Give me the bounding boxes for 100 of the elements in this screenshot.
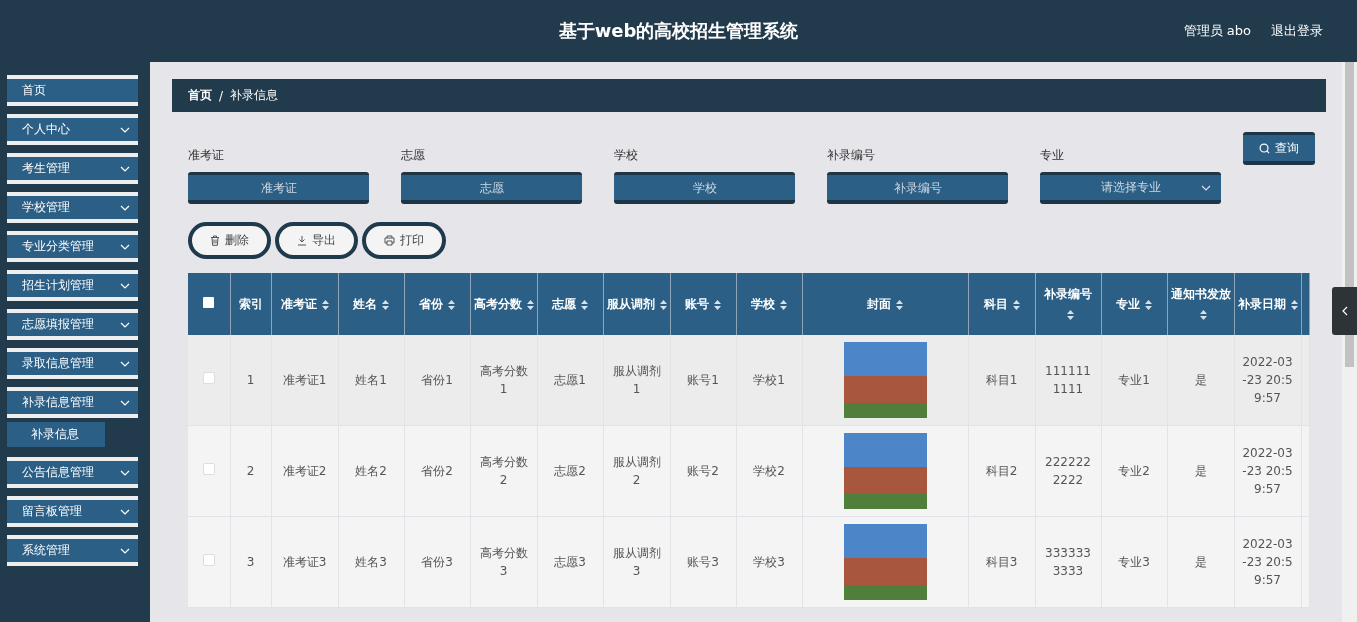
chevron-down-icon [120, 321, 130, 328]
column-header[interactable]: 志愿 [552, 297, 588, 311]
table-cell: 志愿3 [554, 555, 586, 569]
table-cell: 省份2 [421, 464, 453, 478]
filter-label: 补录编号 [827, 147, 876, 164]
table-cell: 2022-03-23 20:59:57 [1242, 446, 1293, 496]
logout-link[interactable]: 退出登录 [1271, 22, 1323, 40]
download-icon [297, 235, 307, 246]
sidebar-item[interactable]: 个人中心 [7, 114, 138, 145]
filter-label: 志愿 [401, 147, 426, 164]
column-header[interactable]: 省份 [419, 297, 455, 311]
table-cell: 学校3 [753, 555, 785, 569]
sort-icon [382, 299, 389, 310]
filter-input[interactable]: 准考证 [188, 172, 369, 204]
chevron-down-icon [120, 126, 130, 133]
sort-icon [581, 299, 588, 310]
search-icon [1259, 142, 1270, 154]
sidebar-item[interactable]: 考生管理 [7, 153, 138, 184]
table-cell: 姓名1 [355, 373, 387, 387]
table-cell: 准考证3 [282, 555, 327, 569]
sidebar-item[interactable]: 系统管理 [7, 535, 138, 566]
chevron-down-icon [120, 508, 130, 515]
search-button[interactable]: 查询 [1243, 132, 1315, 165]
sort-icon [896, 299, 903, 310]
table-cell: 服从调剂3 [612, 546, 661, 578]
table-cell: 是 [1194, 555, 1207, 569]
select-all-checkbox[interactable] [203, 297, 215, 308]
table-cell: 专业2 [1118, 464, 1150, 478]
table-cell: 1 [246, 373, 255, 387]
row-checkbox[interactable] [202, 463, 215, 475]
filter-label: 专业 [1040, 147, 1065, 164]
sidebar-item[interactable]: 补录信息管理 [7, 387, 138, 418]
breadcrumb-link[interactable]: 首页 [188, 87, 212, 104]
table-cell: 账号3 [687, 555, 719, 569]
sort-icon [526, 299, 534, 310]
table-cell: 2022-03-23 20:59:57 [1242, 537, 1293, 587]
table-cell: 姓名3 [355, 555, 387, 569]
table-cell: 服从调剂1 [612, 364, 661, 396]
chevron-down-icon [120, 469, 130, 476]
filter-label: 准考证 [188, 147, 225, 164]
table-cell: 3333333333 [1045, 546, 1091, 578]
column-header[interactable]: 准考证 [280, 297, 329, 311]
sidebar-item[interactable]: 留言板管理 [7, 496, 138, 527]
print-button[interactable]: 打印 [362, 222, 446, 259]
chevron-down-icon [1201, 184, 1211, 191]
sort-icon [1145, 299, 1152, 310]
filter-input[interactable]: 补录编号 [827, 172, 1008, 204]
delete-button[interactable]: 删除 [188, 222, 271, 259]
column-header[interactable]: 专业 [1116, 297, 1152, 311]
table-cell: 志愿2 [554, 464, 586, 478]
column-header[interactable]: 姓名 [353, 297, 389, 311]
table-cell: 学校1 [753, 373, 785, 387]
table-cell: 3 [246, 555, 255, 569]
chevron-down-icon [120, 282, 130, 289]
table-cell: 账号2 [687, 464, 719, 478]
table-cell: 2 [246, 464, 255, 478]
sort-icon [1067, 309, 1074, 320]
sidebar-subitem[interactable]: 补录信息 [7, 422, 105, 447]
column-header[interactable]: 封面 [867, 297, 903, 311]
export-button[interactable]: 导出 [275, 222, 358, 259]
sort-icon [1199, 309, 1207, 320]
table-cell: 准考证1 [282, 373, 327, 387]
table-cell: 账号1 [687, 373, 719, 387]
sidebar-item[interactable]: 志愿填报管理 [7, 309, 138, 340]
table-cell: 2222222222 [1045, 455, 1091, 487]
sidebar-item[interactable]: 专业分类管理 [7, 231, 138, 262]
sort-icon [448, 299, 455, 310]
sidebar-item[interactable]: 首页 [7, 75, 138, 106]
chevron-down-icon [120, 360, 130, 367]
table-cell: 是 [1194, 464, 1207, 478]
row-checkbox[interactable] [202, 372, 215, 384]
app-title: 基于web的高校招生管理系统 [558, 19, 799, 43]
row-checkbox[interactable] [202, 554, 215, 566]
chevron-down-icon [120, 547, 130, 554]
select-field[interactable]: 请选择专业 [1040, 172, 1221, 204]
table-cell: 姓名2 [355, 464, 387, 478]
user-label: 管理员 abo [1183, 22, 1251, 40]
scrollbar[interactable] [1342, 62, 1357, 622]
table-cell: 学校2 [753, 464, 785, 478]
chevron-left-icon [1341, 306, 1348, 316]
column-header: 索引 [238, 297, 263, 311]
sidebar-item[interactable]: 招生计划管理 [7, 270, 138, 301]
column-header[interactable]: 科目 [983, 297, 1020, 311]
table-cell: 高考分数1 [479, 364, 528, 396]
filter-input[interactable]: 学校 [614, 172, 795, 204]
breadcrumb-separator: / [219, 88, 224, 103]
collapse-toggle[interactable] [1332, 287, 1357, 335]
sidebar-item[interactable]: 学校管理 [7, 192, 138, 223]
table-cell: 高考分数3 [479, 546, 528, 578]
table-cell: 省份3 [421, 555, 453, 569]
table-cell: 是 [1194, 373, 1207, 387]
sidebar-item[interactable]: 公告信息管理 [7, 457, 138, 488]
table-cell: 省份1 [421, 373, 453, 387]
filter-input[interactable]: 志愿 [401, 172, 582, 204]
table-cell: 2022-03-23 20:59:57 [1242, 355, 1293, 405]
table-cell: 专业1 [1118, 373, 1150, 387]
sidebar-item[interactable]: 录取信息管理 [7, 348, 138, 379]
column-header[interactable]: 学校 [751, 297, 787, 311]
column-header[interactable]: 账号 [685, 297, 721, 311]
sort-icon [714, 299, 721, 310]
